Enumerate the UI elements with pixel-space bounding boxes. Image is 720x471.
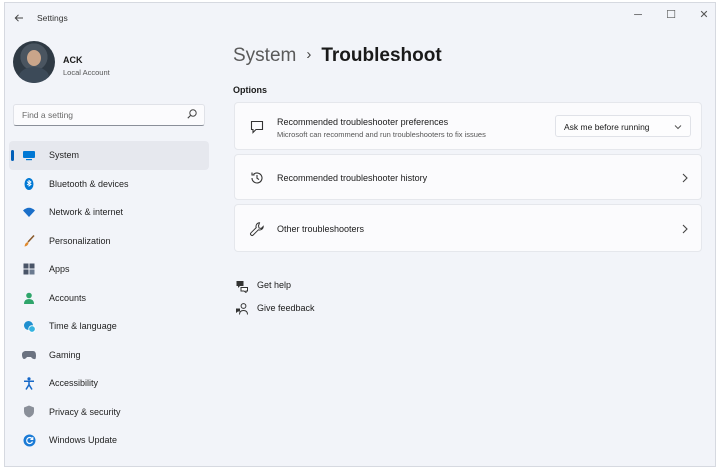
sidebar-item-network[interactable]: Network & internet	[9, 198, 209, 227]
apps-icon	[22, 262, 36, 276]
shield-icon	[22, 405, 36, 419]
sidebar-item-label: Accounts	[49, 292, 87, 303]
back-button[interactable]	[11, 10, 27, 26]
globe-clock-icon	[22, 319, 36, 333]
bluetooth-icon	[22, 177, 36, 191]
card-title: Recommended troubleshooter preferences	[277, 117, 449, 127]
breadcrumb-parent[interactable]: System	[233, 45, 296, 66]
sidebar-item-label: Network & internet	[49, 207, 124, 218]
sidebar-item-windows-update[interactable]: Windows Update	[9, 426, 209, 455]
section-title-options: Options	[233, 85, 267, 95]
account-type: Local Account	[63, 68, 110, 77]
avatar[interactable]	[13, 41, 55, 83]
monitor-icon	[22, 148, 36, 162]
help-icon	[236, 281, 248, 293]
sidebar-item-label: Personalization	[49, 235, 111, 246]
breadcrumb-separator: ›	[306, 46, 312, 63]
sidebar-item-bluetooth[interactable]: Bluetooth & devices	[9, 170, 209, 199]
dropdown-selected-value: Ask me before running	[564, 122, 650, 132]
sidebar-item-apps[interactable]: Apps	[9, 255, 209, 284]
card-title: Recommended troubleshooter history	[277, 173, 428, 183]
sidebar-item-label: Privacy & security	[49, 406, 121, 417]
sidebar-item-label: Windows Update	[49, 435, 118, 446]
sidebar-item-privacy[interactable]: Privacy & security	[9, 398, 209, 427]
person-icon	[22, 291, 36, 305]
sidebar-item-accessibility[interactable]: Accessibility	[9, 369, 209, 398]
card-description: Microsoft can recommend and run troubles…	[277, 130, 486, 139]
accessibility-icon	[22, 376, 36, 390]
card-title: Other troubleshooters	[277, 224, 365, 234]
wifi-icon	[22, 205, 36, 219]
settings-window: Settings ─ ☐ ✕ ACK Local Account System …	[4, 2, 716, 467]
chevron-right-icon	[682, 224, 688, 234]
sidebar-item-gaming[interactable]: Gaming	[9, 341, 209, 370]
link-label: Give feedback	[257, 303, 315, 313]
link-label: Get help	[257, 280, 292, 290]
wrench-icon	[250, 222, 264, 236]
sidebar-item-label: Accessibility	[49, 378, 99, 389]
sidebar-nav: System Bluetooth & devices Network & int…	[9, 141, 209, 455]
brush-icon	[22, 234, 36, 248]
close-button[interactable]: ✕	[693, 6, 715, 24]
gamepad-icon	[22, 348, 36, 362]
feedback-icon	[236, 303, 248, 315]
sidebar-item-label: Apps	[49, 264, 70, 275]
user-name: ACK	[63, 55, 83, 65]
history-icon	[251, 172, 263, 184]
breadcrumb: System › Troubleshoot	[233, 45, 442, 67]
sidebar-item-label: Bluetooth & devices	[49, 178, 129, 189]
sidebar-item-time-language[interactable]: Time & language	[9, 312, 209, 341]
chat-icon	[250, 120, 264, 134]
search-input[interactable]	[14, 105, 184, 125]
page-title: Troubleshoot	[321, 45, 442, 66]
app-title: Settings	[37, 13, 68, 23]
search-icon[interactable]	[186, 108, 198, 120]
title-bar: Settings ─ ☐ ✕	[5, 3, 715, 33]
minimize-button[interactable]: ─	[627, 6, 649, 24]
sidebar-item-label: Gaming	[49, 349, 81, 360]
search-box[interactable]	[13, 104, 205, 126]
back-arrow-icon	[14, 14, 23, 22]
sidebar-item-personalization[interactable]: Personalization	[9, 227, 209, 256]
maximize-button[interactable]: ☐	[660, 6, 682, 24]
chevron-right-icon	[682, 173, 688, 183]
troubleshooter-preferences-card: Recommended troubleshooter preferences M…	[234, 102, 702, 150]
sidebar-item-label: System	[49, 150, 80, 161]
troubleshooter-preference-dropdown[interactable]: Ask me before running	[555, 115, 691, 137]
chevron-down-icon	[674, 125, 682, 130]
sidebar-item-accounts[interactable]: Accounts	[9, 284, 209, 313]
sidebar-item-system[interactable]: System	[9, 141, 209, 170]
other-troubleshooters-card[interactable]: Other troubleshooters	[234, 204, 702, 252]
update-icon	[22, 433, 36, 447]
troubleshooter-history-card[interactable]: Recommended troubleshooter history	[234, 154, 702, 200]
sidebar-item-label: Time & language	[49, 321, 117, 332]
